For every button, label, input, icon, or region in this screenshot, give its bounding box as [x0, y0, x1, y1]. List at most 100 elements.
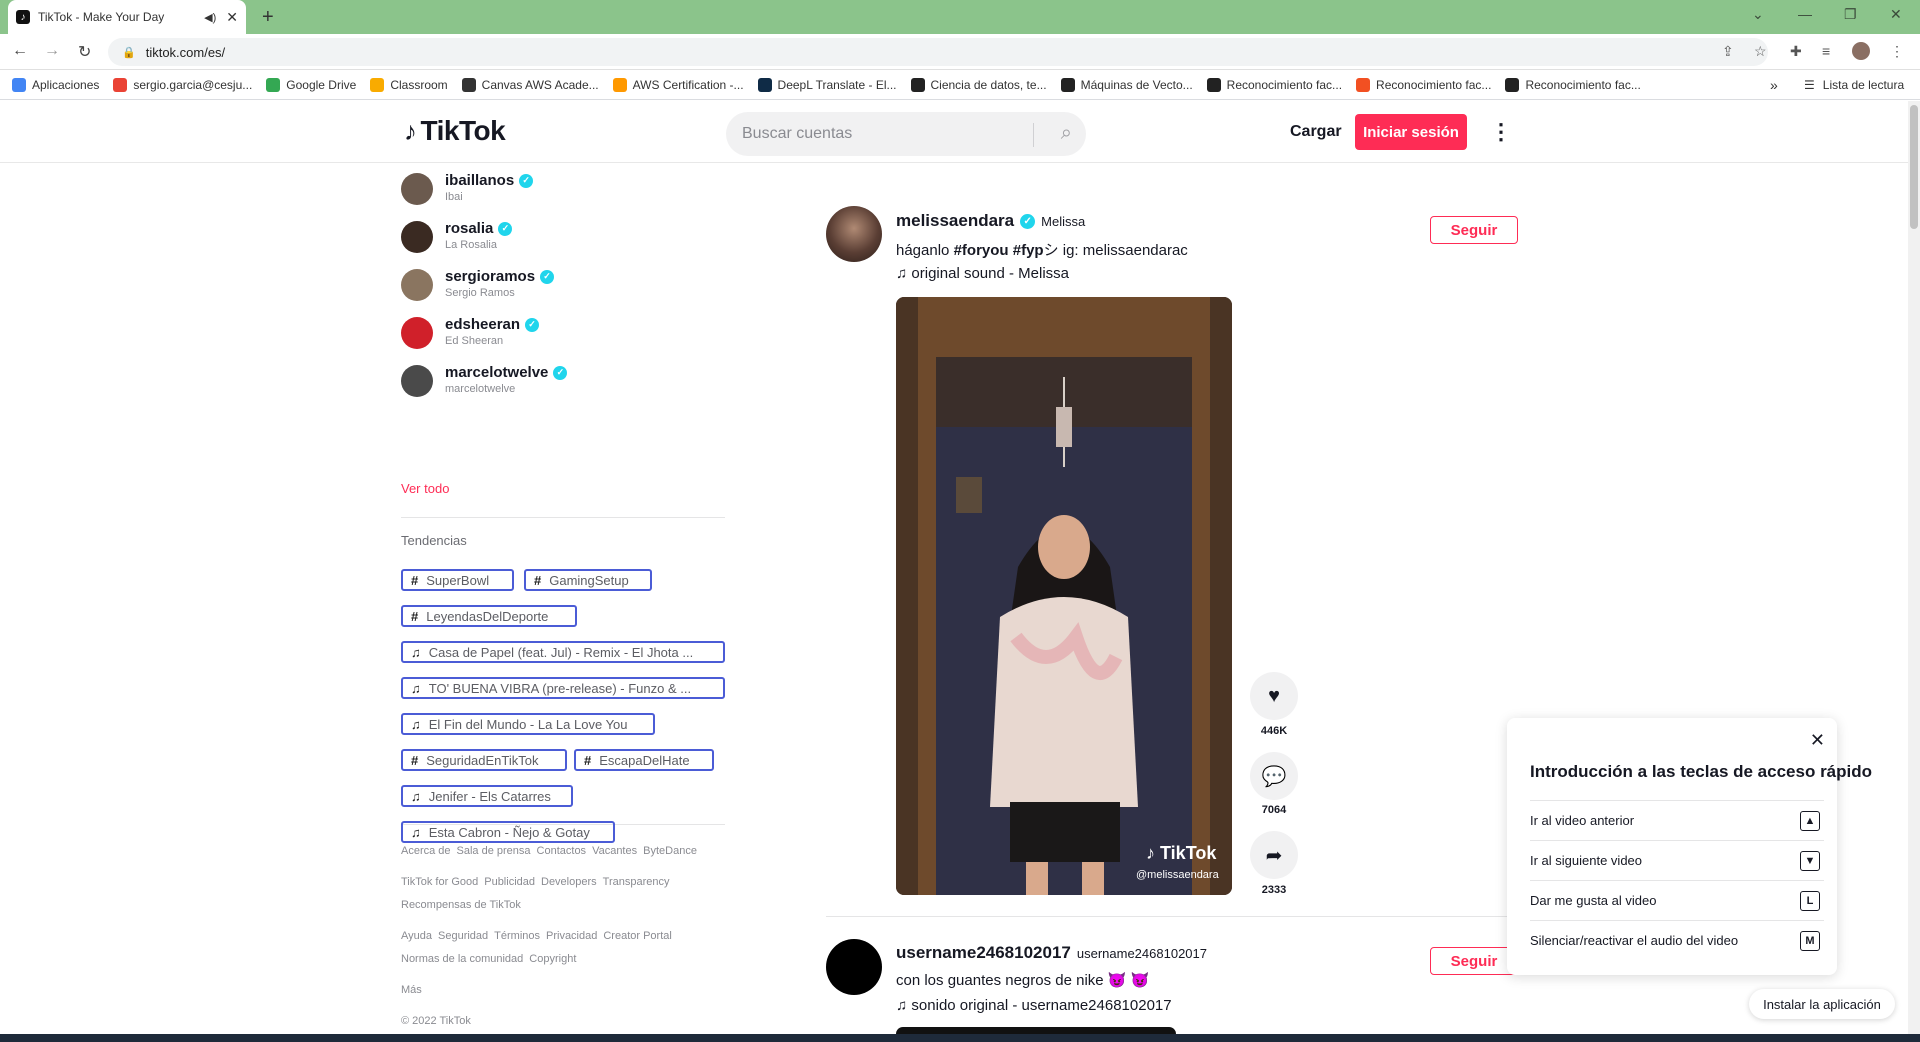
account-username[interactable]: ibaillanos — [445, 172, 514, 189]
reading-list-button[interactable]: ☰ Lista de lectura — [1804, 78, 1904, 92]
post-author[interactable]: melissaendara ✓ Melissa — [896, 211, 1085, 231]
sound-name[interactable]: sonido original - username2468102017 — [911, 997, 1171, 1014]
bookmark-item[interactable]: Google Drive — [266, 77, 356, 92]
footer-link[interactable]: Acerca de — [401, 845, 451, 857]
footer-link[interactable]: Transparency — [603, 876, 670, 888]
post-sound[interactable]: ♫ sonido original - username2468102017 — [896, 997, 1172, 1014]
account-username-row[interactable]: sergioramos ✓ — [445, 268, 555, 285]
bookmark-item[interactable]: sergio.garcia@cesju... — [113, 77, 252, 92]
trend-tag[interactable]: ♫ Casa de Papel (feat. Jul) - Remix - El … — [401, 641, 725, 663]
avatar[interactable] — [401, 173, 433, 205]
address-bar[interactable]: 🔒 tiktok.com/es/ — [108, 38, 1768, 66]
share-button[interactable]: ➦ — [1250, 831, 1298, 879]
account-username-row[interactable]: edsheeran ✓ — [445, 316, 540, 333]
tiktok-logo[interactable]: ♪ TikTok — [404, 115, 506, 147]
post-avatar[interactable] — [826, 206, 882, 262]
follow-button[interactable]: Seguir — [1430, 216, 1518, 244]
post-author[interactable]: username2468102017 username2468102017 — [896, 943, 1207, 963]
account-username-row[interactable]: marcelotwelve ✓ — [445, 364, 568, 381]
trend-tag[interactable]: ♫ Jenifer - Els Catarres — [401, 785, 573, 807]
tab-search-icon[interactable]: ⌄ — [1752, 6, 1764, 23]
trend-tag[interactable]: # SuperBowl — [401, 569, 514, 591]
account-username-row[interactable]: rosalia ✓ — [445, 220, 513, 237]
chrome-menu-icon[interactable]: ⋮ — [1890, 43, 1904, 60]
post-username[interactable]: melissaendara — [896, 211, 1014, 231]
comment-button[interactable]: 💬 — [1250, 752, 1298, 800]
bookmark-item[interactable]: DeepL Translate - El... — [757, 77, 897, 92]
footer-link[interactable]: Developers — [541, 876, 597, 888]
post-username[interactable]: username2468102017 — [896, 943, 1071, 963]
install-app-button[interactable]: Instalar la aplicación — [1749, 989, 1895, 1019]
video-player[interactable]: ♪ TikTok @melissaendara — [896, 297, 1232, 895]
suggested-account[interactable]: sergioramos ✓ Sergio Ramos — [400, 263, 720, 309]
extensions-icon[interactable]: ✚ — [1790, 43, 1802, 60]
sound-name[interactable]: original sound - Melissa — [911, 265, 1069, 282]
search-icon[interactable]: ⌕ — [1061, 122, 1072, 145]
follow-button[interactable]: Seguir — [1430, 947, 1518, 975]
bookmark-star-icon[interactable]: ☆ — [1754, 43, 1767, 60]
suggested-account[interactable]: marcelotwelve ✓ marcelotwelve — [400, 359, 720, 405]
trend-tag[interactable]: # SeguridadEnTikTok — [401, 749, 567, 771]
trend-tag[interactable]: ♫ El Fin del Mundo - La La Love You — [401, 713, 655, 735]
speaker-icon[interactable]: ◀) — [204, 11, 216, 24]
bookmark-item[interactable]: Canvas AWS Acade... — [461, 77, 599, 92]
bookmark-item[interactable]: Reconocimiento fac... — [1505, 77, 1641, 92]
avatar[interactable] — [401, 317, 433, 349]
suggested-account[interactable]: ibaillanos ✓ Ibai — [400, 167, 720, 213]
avatar[interactable] — [401, 269, 433, 301]
tab-close-icon[interactable]: ✕ — [226, 9, 238, 26]
footer-link[interactable]: Privacidad — [546, 930, 597, 942]
account-username[interactable]: rosalia — [445, 220, 493, 237]
restore-icon[interactable]: ❐ — [1844, 6, 1857, 23]
avatar[interactable] — [401, 365, 433, 397]
footer-link[interactable]: Contactos — [537, 845, 587, 857]
footer-link[interactable]: Creator Portal — [603, 930, 671, 942]
minimize-icon[interactable]: — — [1798, 6, 1812, 22]
login-button[interactable]: Iniciar sesión — [1355, 114, 1467, 150]
see-all-link[interactable]: Ver todo — [401, 481, 449, 496]
bookmark-item[interactable]: Ciencia de datos, te... — [910, 77, 1047, 92]
suggested-account[interactable]: edsheeran ✓ Ed Sheeran — [400, 311, 720, 357]
forward-icon[interactable]: → — [44, 42, 60, 60]
suggested-account[interactable]: rosalia ✓ La Rosalia — [400, 215, 720, 261]
reload-icon[interactable]: ↻ — [78, 42, 91, 62]
bookmarks-overflow-icon[interactable]: » — [1770, 77, 1778, 93]
search-input[interactable]: Buscar cuentas ⌕ — [726, 112, 1086, 156]
bookmark-item[interactable]: Aplicaciones — [12, 77, 99, 92]
post-avatar[interactable] — [826, 939, 882, 995]
share-icon[interactable]: ⇪ — [1722, 43, 1734, 60]
close-window-icon[interactable]: ✕ — [1890, 6, 1902, 23]
footer-link[interactable]: Más — [401, 984, 422, 996]
trend-tag[interactable]: ♫ Esta Cabron - Ñejo & Gotay — [401, 821, 615, 843]
avatar[interactable] — [401, 221, 433, 253]
account-username[interactable]: sergioramos — [445, 268, 535, 285]
footer-link[interactable]: ByteDance — [643, 845, 697, 857]
trend-tag[interactable]: # GamingSetup — [524, 569, 652, 591]
like-button[interactable]: ♥ — [1250, 672, 1298, 720]
desc-hashtags[interactable]: #foryou #fyp — [954, 242, 1044, 259]
footer-link[interactable]: Copyright — [529, 953, 576, 965]
back-icon[interactable]: ← — [12, 42, 28, 60]
more-options-icon[interactable]: ⋮ — [1490, 119, 1512, 145]
account-username[interactable]: edsheeran — [445, 316, 520, 333]
footer-link[interactable]: Recompensas de TikTok — [401, 899, 521, 911]
media-control-icon[interactable]: ≡ — [1822, 43, 1830, 59]
trend-tag[interactable]: # EscapaDelHate — [574, 749, 714, 771]
bookmark-item[interactable]: Reconocimiento fac... — [1206, 77, 1342, 92]
bookmark-item[interactable]: AWS Certification -... — [612, 77, 744, 92]
browser-tab[interactable]: ♪ TikTok - Make Your Day ◀) ✕ — [8, 0, 246, 34]
footer-link[interactable]: Normas de la comunidad — [401, 953, 523, 965]
footer-link[interactable]: Términos — [494, 930, 540, 942]
footer-link[interactable]: Sala de prensa — [457, 845, 531, 857]
footer-link[interactable]: Seguridad — [438, 930, 488, 942]
bookmark-item[interactable]: Reconocimiento fac... — [1356, 77, 1491, 92]
account-username[interactable]: marcelotwelve — [445, 364, 548, 381]
footer-link[interactable]: Publicidad — [484, 876, 535, 888]
video-player[interactable] — [896, 1027, 1176, 1034]
page-scrollbar[interactable] — [1908, 101, 1920, 1034]
account-username-row[interactable]: ibaillanos ✓ — [445, 172, 534, 189]
bookmark-item[interactable]: Classroom — [370, 77, 448, 92]
post-sound[interactable]: ♫ original sound - Melissa — [896, 265, 1069, 282]
footer-link[interactable]: Ayuda — [401, 930, 432, 942]
new-tab-button[interactable]: + — [262, 6, 274, 29]
